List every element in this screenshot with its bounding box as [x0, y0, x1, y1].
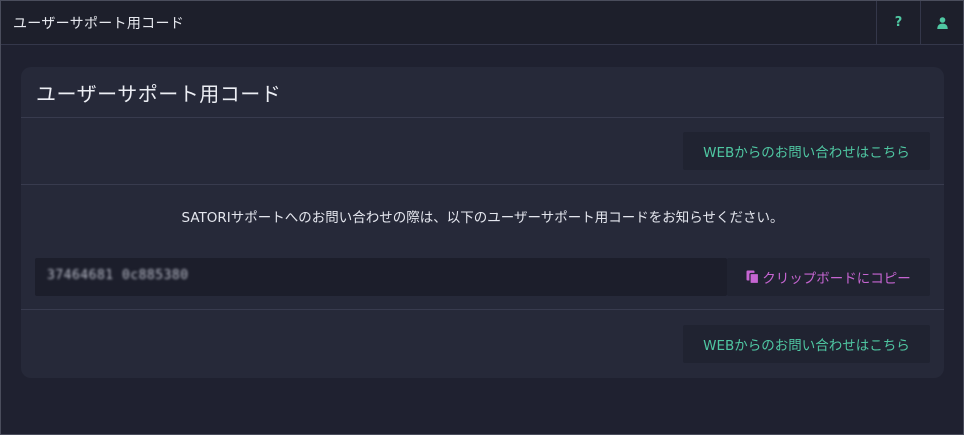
- support-code-card: ユーザーサポート用コード WEBからのお問い合わせはこちら SATORIサポート…: [21, 67, 944, 378]
- top-bar: ユーザーサポート用コード ?: [1, 1, 963, 45]
- web-contact-link-bottom[interactable]: WEBからのお問い合わせはこちら: [683, 325, 930, 363]
- clipboard-copy-icon: [746, 270, 760, 284]
- divider: [21, 117, 944, 118]
- support-code-field[interactable]: 37464681 0c885380: [35, 258, 727, 296]
- copy-to-clipboard-button[interactable]: クリップボードにコピー: [727, 258, 930, 296]
- support-notice: SATORIサポートへのお問い合わせの際は、以下のユーザーサポート用コードをお知…: [181, 210, 784, 226]
- app-window: ユーザーサポート用コード ? ユーザーサポート用コード WEBからのお問い合わせ…: [0, 0, 964, 435]
- question-icon: ?: [894, 15, 903, 30]
- copy-button-label: クリップボードにコピー: [762, 271, 911, 287]
- divider: [21, 309, 944, 310]
- card-title: ユーザーサポート用コード: [36, 82, 282, 106]
- support-code-value: 37464681 0c885380: [47, 268, 189, 283]
- top-bar-title: ユーザーサポート用コード: [13, 16, 185, 32]
- web-contact-link-top[interactable]: WEBからのお問い合わせはこちら: [683, 132, 930, 170]
- help-button[interactable]: ?: [876, 1, 920, 44]
- user-button[interactable]: [920, 1, 964, 44]
- divider: [21, 184, 944, 185]
- user-icon: [937, 16, 948, 29]
